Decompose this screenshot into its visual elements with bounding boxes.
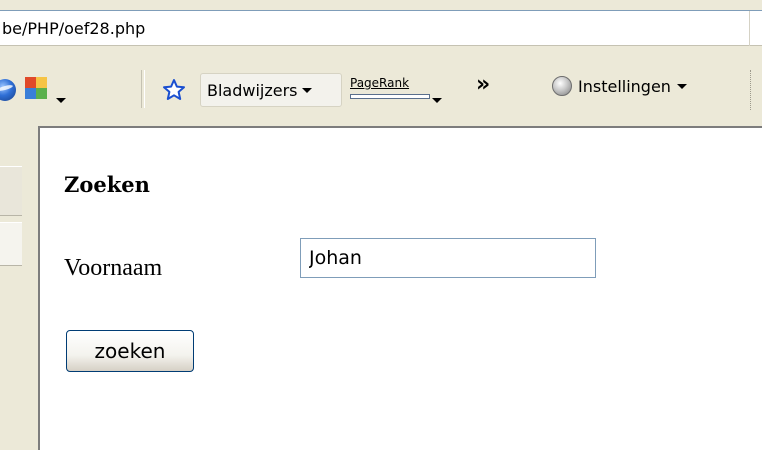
address-bar[interactable]: be/PHP/oef28.php bbox=[0, 10, 762, 47]
toolbar-separator bbox=[141, 70, 145, 108]
settings-button[interactable]: Instellingen bbox=[552, 76, 687, 96]
page-title: Zoeken bbox=[64, 172, 150, 197]
address-url[interactable]: be/PHP/oef28.php bbox=[2, 19, 145, 38]
chevron-down-icon bbox=[301, 87, 312, 93]
zoeken-button[interactable]: zoeken bbox=[66, 330, 194, 372]
browser-toolbar: Bladwijzers PageRank » Instellingen bbox=[0, 46, 762, 122]
toolbar-grip[interactable] bbox=[750, 70, 755, 110]
side-panel-tab[interactable] bbox=[0, 166, 22, 216]
settings-label: Instellingen bbox=[578, 76, 671, 96]
chevron-down-icon[interactable] bbox=[56, 88, 66, 107]
puzzle-icon[interactable] bbox=[25, 77, 47, 101]
bookmarks-button[interactable]: Bladwijzers bbox=[200, 73, 342, 107]
chevron-down-icon bbox=[676, 83, 687, 89]
pagerank-bar bbox=[350, 94, 430, 99]
gear-icon bbox=[552, 76, 572, 96]
bookmarks-label: Bladwijzers bbox=[207, 80, 298, 100]
star-icon[interactable] bbox=[162, 78, 186, 102]
voornaam-label: Voornaam bbox=[64, 255, 163, 281]
chevron-down-icon[interactable] bbox=[432, 88, 442, 107]
voornaam-input[interactable] bbox=[300, 238, 596, 278]
more-chevron-icon[interactable]: » bbox=[476, 72, 490, 97]
side-panel bbox=[0, 122, 28, 450]
address-bar-divider bbox=[749, 11, 750, 47]
pagerank-widget[interactable]: PageRank bbox=[350, 76, 440, 106]
page-content: Zoeken Voornaam zoeken bbox=[38, 126, 762, 450]
side-panel-tab[interactable] bbox=[0, 222, 22, 266]
globe-icon[interactable] bbox=[0, 79, 16, 101]
pagerank-label: PageRank bbox=[350, 76, 410, 90]
